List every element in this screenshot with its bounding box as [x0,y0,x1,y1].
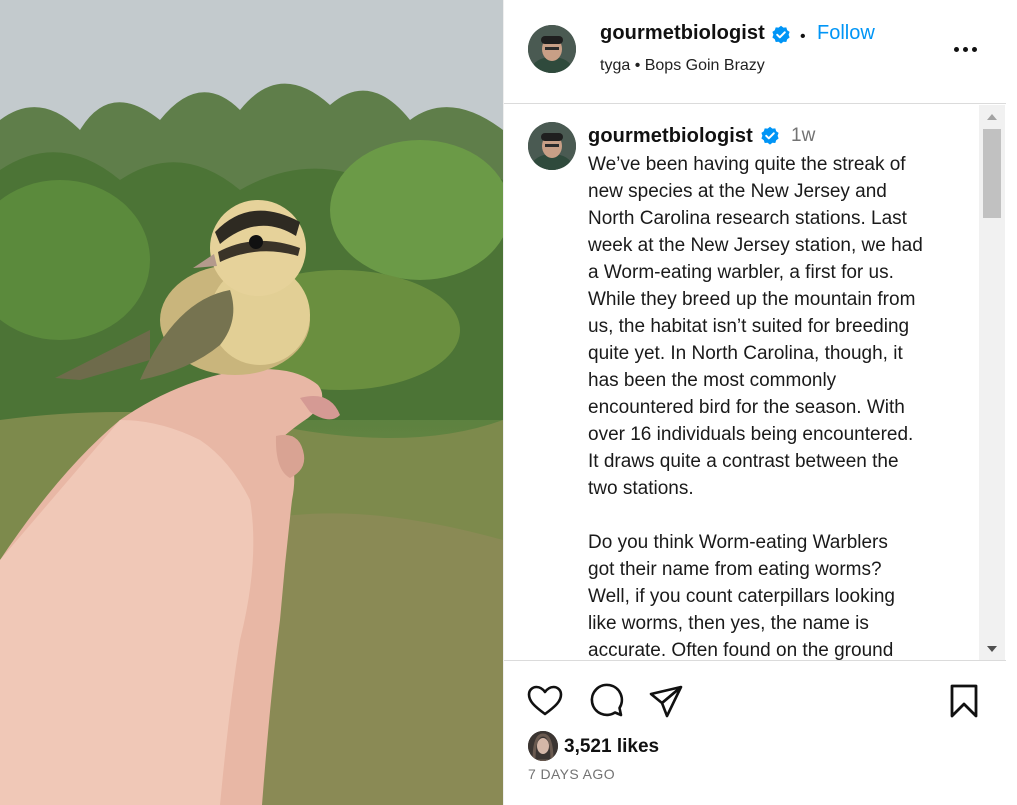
author-avatar[interactable] [528,25,576,73]
caption-author-username[interactable]: gourmetbiologist [588,125,753,148]
post-caption: We’ve been having quite the streak of ne… [588,154,923,661]
post-media[interactable] [0,0,503,805]
bookmark-icon[interactable] [945,682,983,720]
author-username[interactable]: gourmetbiologist [600,22,765,45]
separator-dot: • [800,28,806,45]
caption-author-avatar[interactable] [528,122,576,170]
likes-count[interactable]: 3,521 likes [564,736,659,758]
post-actions: 3,521 likes 7 DAYS AGO [504,662,1006,805]
follow-button[interactable]: Follow [817,22,875,45]
scroll-up-arrow-icon[interactable] [987,114,997,120]
send-icon[interactable] [647,682,685,720]
caption-scrollbar[interactable] [979,105,1005,660]
post-header: gourmetbiologist • Follow tyga • Bops Go… [504,0,1006,104]
verified-badge-icon [761,126,779,145]
post-photo [0,0,503,805]
caption-scroll-area[interactable]: gourmetbiologist 1w We’ve been having qu… [504,105,1006,661]
liker-avatar[interactable] [528,731,558,761]
heart-icon[interactable] [526,682,564,720]
scrollbar-thumb[interactable] [983,129,1001,218]
audio-track-link[interactable]: tyga • Bops Goin Brazy [600,57,765,75]
post-detail-panel: gourmetbiologist • Follow tyga • Bops Go… [503,0,1017,805]
comment-icon[interactable] [587,682,625,720]
scroll-down-arrow-icon[interactable] [987,646,997,652]
verified-badge-icon [772,25,790,44]
more-options-icon[interactable] [951,34,981,64]
post-time-ago: 1w [791,125,816,146]
post-date[interactable]: 7 DAYS AGO [528,766,615,782]
